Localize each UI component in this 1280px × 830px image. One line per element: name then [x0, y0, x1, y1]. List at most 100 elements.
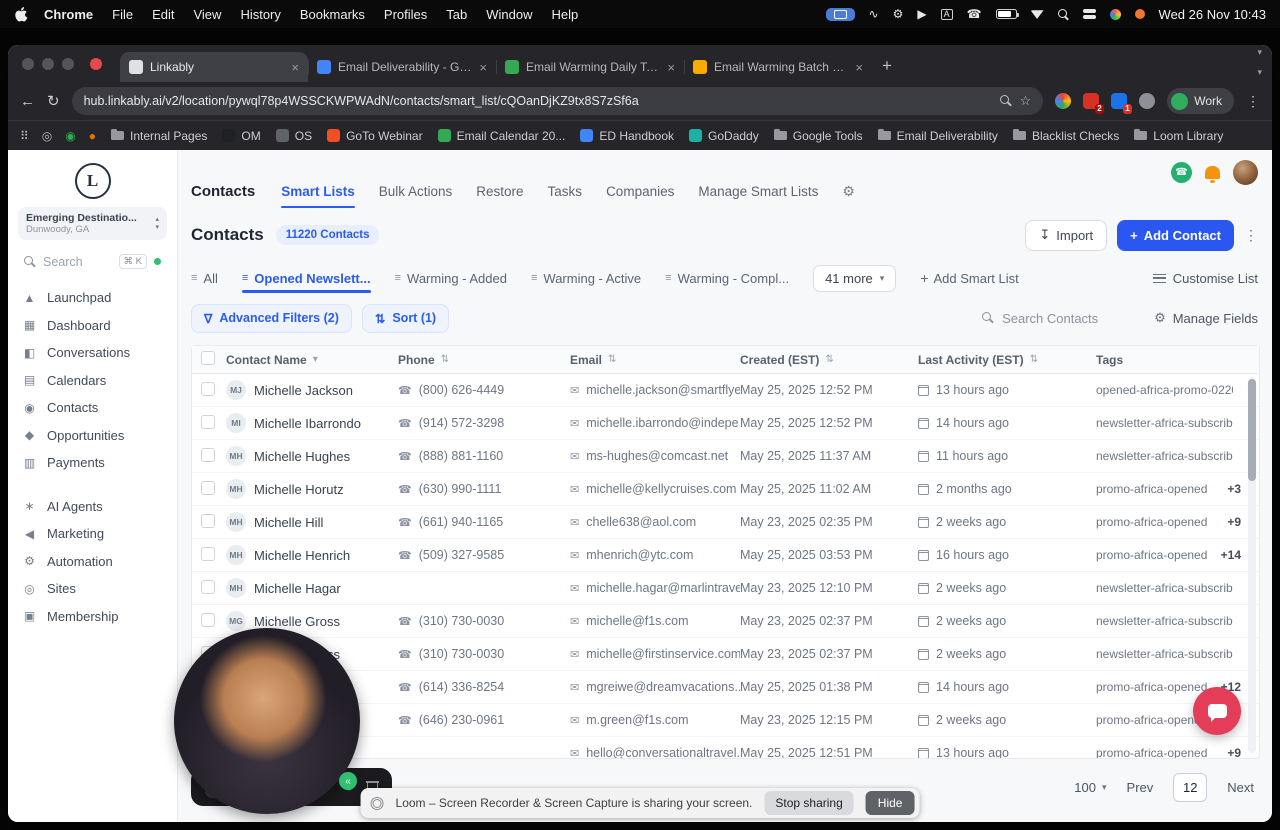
settings-gear-icon[interactable]: ⚙ [842, 183, 855, 200]
pin-icon[interactable]: ◉ [65, 129, 75, 143]
apps-grid-icon[interactable]: ⠿ [20, 129, 29, 143]
customise-list-button[interactable]: Customise List [1152, 271, 1258, 286]
smart-list-tab[interactable]: ≡ Warming - Active [531, 271, 641, 286]
sort-icon[interactable]: ⇅ [1030, 354, 1038, 365]
hide-banner-button[interactable]: Hide [865, 791, 915, 815]
table-row[interactable]: MJ Michelle Jackson (800) 626-4449 miche… [192, 374, 1259, 407]
status-icon-wave[interactable]: ∿ [869, 8, 879, 20]
row-checkbox[interactable] [201, 381, 215, 396]
new-tab-button[interactable]: + [882, 56, 892, 76]
smart-list-tab[interactable]: ≡ Warming - Added [395, 271, 507, 286]
site-shortcut-icon[interactable]: ● [89, 129, 96, 143]
search-contacts[interactable] [982, 310, 1133, 326]
manage-fields-button[interactable]: ⚙ Manage Fields [1154, 310, 1258, 326]
notifications-bell-icon[interactable] [1205, 166, 1220, 183]
menubar-clock[interactable]: Wed 26 Nov 10:43 [1159, 7, 1266, 22]
add-smart-list-button[interactable]: Add Smart List [920, 270, 1019, 286]
column-header-email[interactable]: Email ⇅ [570, 353, 740, 367]
tab-close-icon[interactable] [479, 60, 487, 75]
sidebar-nav-item[interactable]: ⚙ Automation [8, 548, 177, 576]
contact-name[interactable]: Michelle Hagar [254, 581, 341, 596]
app-nav-tab[interactable]: Restore [476, 184, 523, 199]
bookmark-item[interactable]: OM [222, 129, 261, 143]
contact-name[interactable]: Michelle Ibarrondo [254, 416, 361, 431]
page-size-select[interactable]: 100 ▾ [1074, 780, 1106, 795]
more-options-icon[interactable]: ⋮ [1244, 227, 1258, 244]
tab-close-icon[interactable] [855, 60, 863, 75]
table-row[interactable]: MH Michelle Horutz (630) 990-1111 michel… [192, 473, 1259, 506]
bookmark-item[interactable]: Loom Library [1134, 128, 1223, 143]
bookmark-item[interactable]: GoTo Webinar [327, 129, 423, 143]
bookmark-item[interactable]: GoDaddy [689, 129, 759, 143]
circle-bookmark-icon[interactable]: ◎ [42, 129, 52, 143]
sidebar-nav-item[interactable]: ▦ Dashboard [8, 312, 177, 340]
row-checkbox[interactable] [201, 447, 215, 462]
table-row[interactable]: MG Michelle Gross (310) 730-0030 michell… [192, 605, 1259, 638]
extension-pinwheel-icon[interactable] [1055, 93, 1072, 109]
row-checkbox[interactable] [201, 579, 215, 594]
bookmark-item[interactable]: ED Handbook [580, 129, 674, 143]
table-row[interactable]: MG Michelle Gross (310) 730-0030 michell… [192, 638, 1259, 671]
contact-name[interactable]: Michelle Horutz [254, 482, 344, 497]
gear-icon[interactable]: ⚙ [893, 8, 904, 20]
recording-status-icon[interactable] [1134, 9, 1145, 19]
sidebar-nav-item[interactable]: ▤ Calendars [8, 367, 177, 395]
more-tags-count[interactable]: +9 [1227, 746, 1241, 758]
column-header-tags[interactable]: Tags [1096, 353, 1259, 367]
app-nav-tab[interactable]: Bulk Actions [379, 184, 453, 199]
sidebar-collapse-button[interactable]: « [339, 772, 357, 790]
account-switcher[interactable]: Emerging Destinatio... Dunwoody, GA ▴ ▾ [18, 207, 167, 240]
sort-icon[interactable]: ⇅ [441, 354, 449, 365]
siri-icon[interactable] [1109, 8, 1121, 20]
bookmark-star-icon[interactable]: ☆ [1020, 93, 1032, 109]
add-contact-button[interactable]: + Add Contact [1117, 219, 1234, 251]
control-center-icon[interactable] [1082, 9, 1096, 19]
extension-blue-icon[interactable]: 1 [1111, 93, 1133, 114]
row-checkbox[interactable] [201, 612, 215, 627]
phone-icon[interactable]: ☎ [967, 8, 982, 20]
app-nav-tab[interactable]: Smart Lists [281, 184, 355, 208]
bookmark-item[interactable]: Blacklist Checks [1012, 128, 1119, 143]
battery-icon[interactable] [995, 9, 1019, 19]
smart-list-tab[interactable]: ≡ Opened Newslett... [241, 271, 371, 293]
support-chat-button[interactable] [1193, 687, 1241, 735]
advanced-filters-button[interactable]: ∇ Advanced Filters (2) [191, 303, 352, 333]
sidebar-nav-item[interactable]: ◀ Marketing [8, 520, 177, 548]
app-nav-tab[interactable]: Manage Smart Lists [698, 184, 818, 199]
more-tags-count[interactable]: +9 [1227, 515, 1241, 529]
profile-chip[interactable]: Work [1167, 88, 1234, 114]
column-header-created[interactable]: Created (EST) ⇅ [740, 353, 918, 367]
minimize-window-button[interactable] [42, 58, 54, 70]
more-tags-count[interactable]: +3 [1227, 482, 1241, 496]
menubar-item[interactable]: Edit [152, 7, 174, 22]
search-contacts-input[interactable] [1002, 310, 1133, 326]
smart-list-tab[interactable]: ≡ All [191, 271, 218, 286]
url-text[interactable]: hub.linkably.ai/v2/location/pywql78p4WSS… [84, 94, 992, 108]
spotlight-search-icon[interactable] [1057, 8, 1069, 20]
zoom-window-button[interactable] [62, 58, 74, 70]
contact-name[interactable]: Michelle Jackson [254, 383, 353, 398]
more-tags-count[interactable]: +14 [1221, 548, 1241, 562]
browser-tab[interactable]: Email Warming Batch Plannin... [684, 52, 872, 82]
sidebar-nav-item[interactable]: ◉ Contacts [8, 394, 177, 422]
sidebar-nav-item[interactable]: ◧ Conversations [8, 339, 177, 367]
sidebar-nav-item[interactable]: ▲ Launchpad [8, 284, 177, 312]
row-checkbox[interactable] [201, 480, 215, 495]
contact-name[interactable]: Michelle Henrich [254, 548, 350, 563]
browser-tab[interactable]: Linkably [120, 52, 308, 82]
reload-icon[interactable]: ↻ [47, 92, 60, 110]
sort-desc-icon[interactable]: ▾ [313, 354, 318, 365]
apple-logo-icon[interactable] [14, 6, 28, 22]
table-row[interactable]: MH Michelle Hagar michelle.hagar@marlint… [192, 572, 1259, 605]
menubar-item[interactable]: Profiles [384, 7, 427, 22]
column-header-last-activity[interactable]: Last Activity (EST) ⇅ [918, 353, 1096, 367]
scrollbar-thumb[interactable] [1248, 379, 1256, 481]
sidebar-nav-item[interactable]: ▥ Payments [8, 449, 177, 477]
browser-tab[interactable]: Email Warming Daily Task Lis... [496, 52, 684, 82]
extensions-puzzle-icon[interactable] [1139, 93, 1156, 109]
sidebar-nav-item[interactable]: ▣ Membership [8, 603, 177, 631]
row-checkbox[interactable] [201, 513, 215, 528]
column-header-phone[interactable]: Phone ⇅ [398, 353, 570, 367]
contact-name[interactable]: Michelle Hughes [254, 449, 350, 464]
bookmark-item[interactable]: Google Tools [773, 128, 863, 143]
